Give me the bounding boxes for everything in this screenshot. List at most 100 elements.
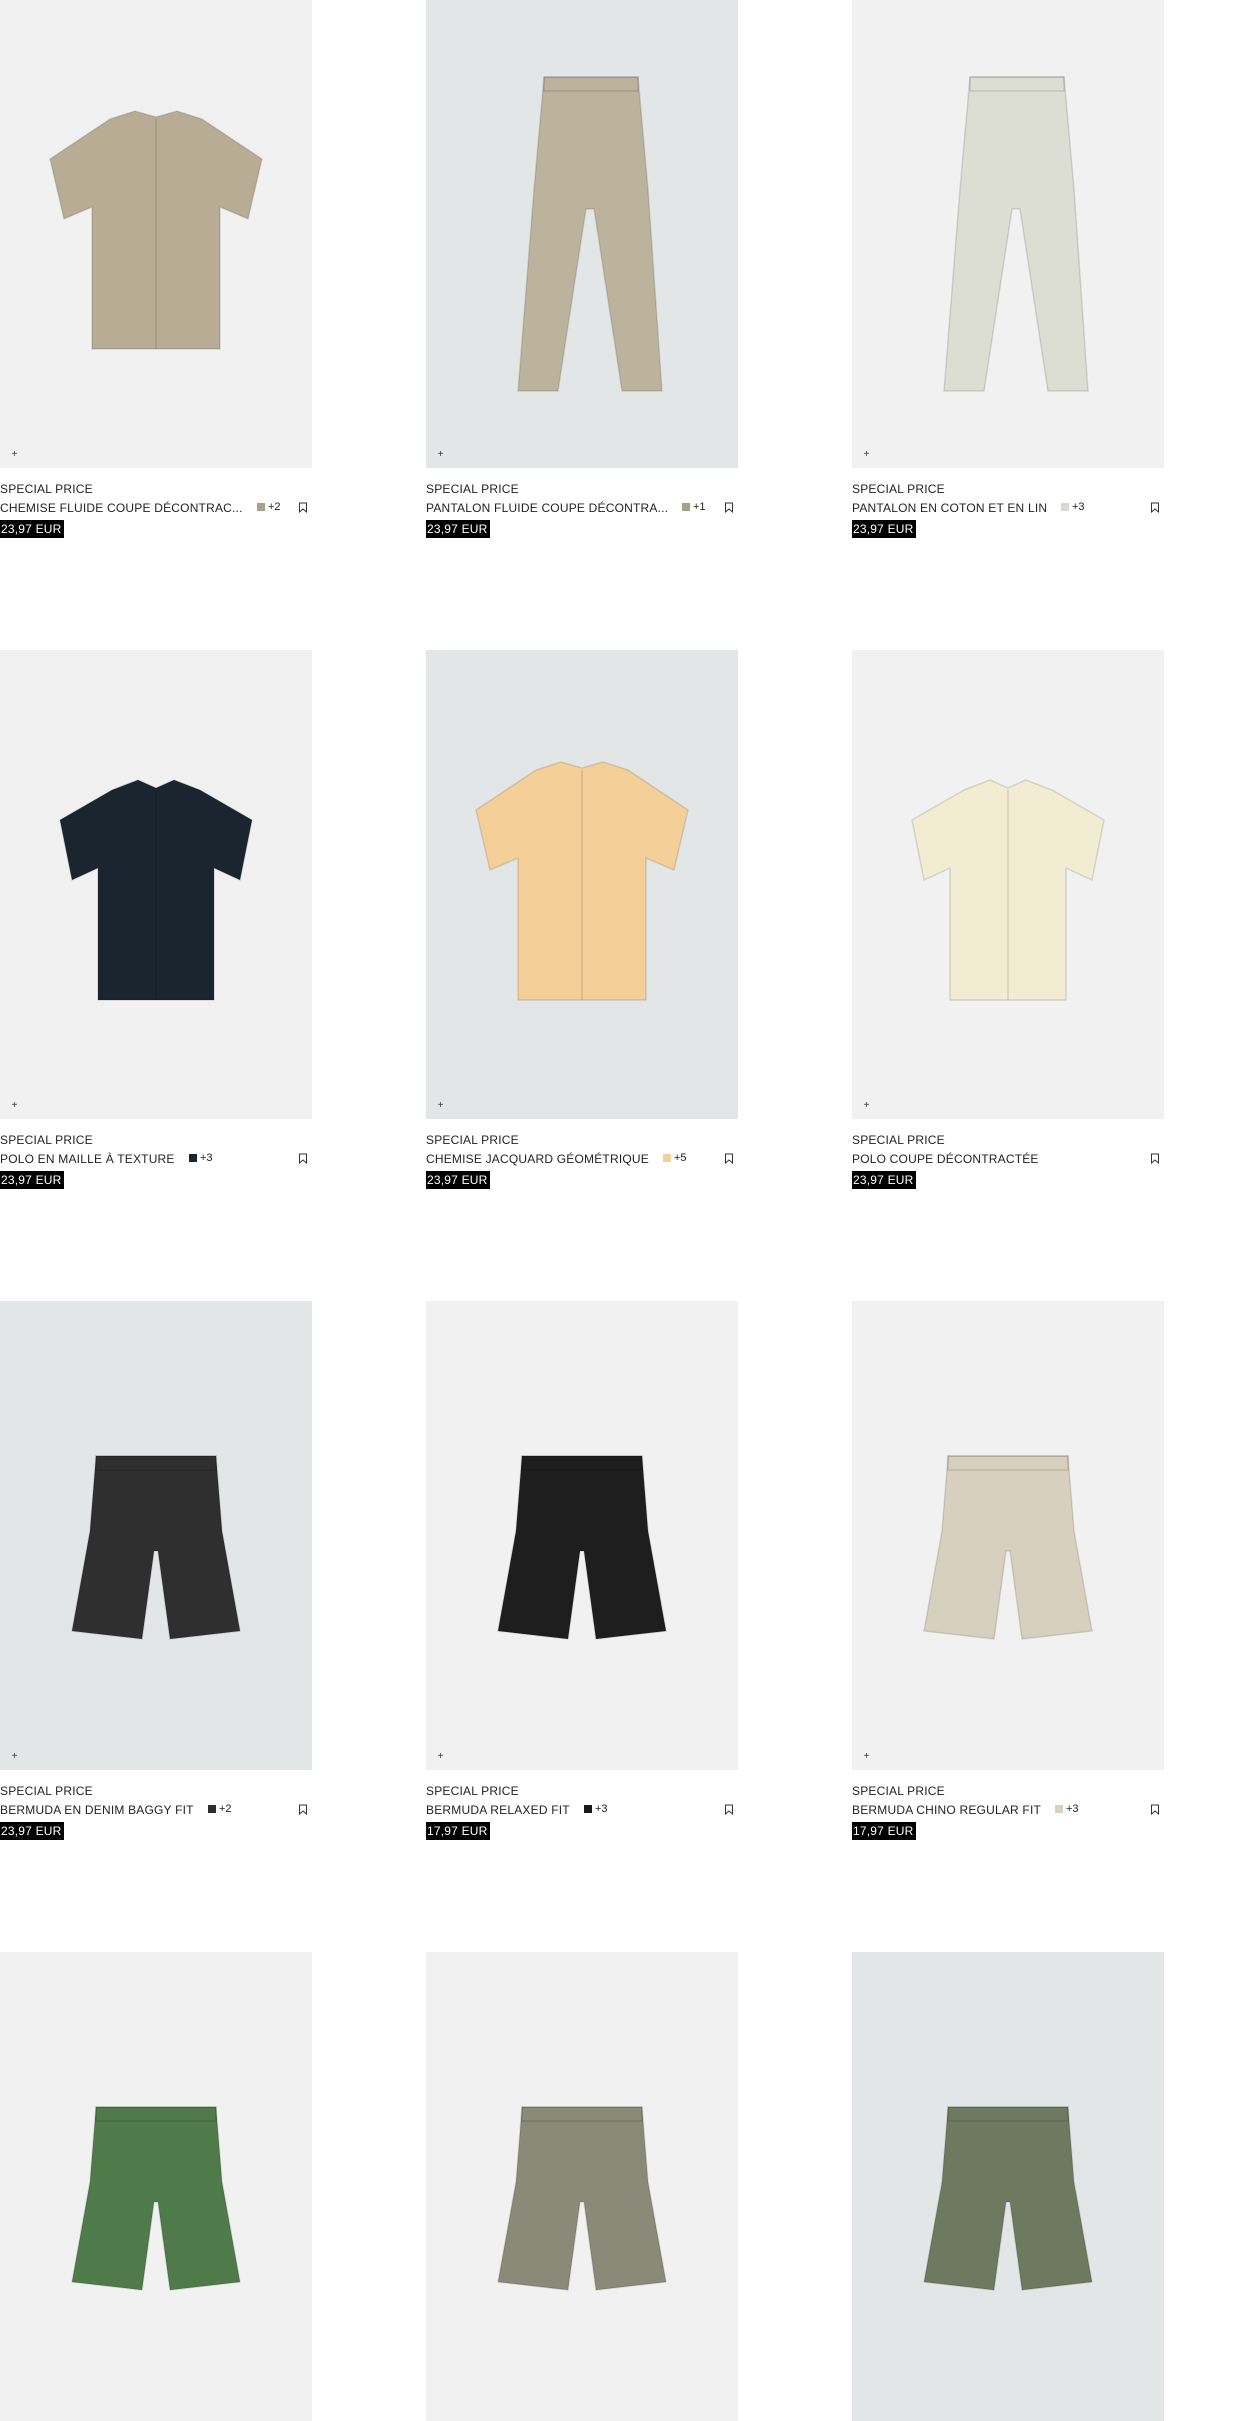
color-swatch[interactable]	[257, 503, 265, 511]
color-swatch[interactable]	[208, 1805, 216, 1813]
product-card[interactable]	[0, 1952, 312, 2421]
product-name[interactable]: BERMUDA CHINO REGULAR FIT	[852, 1803, 1041, 1817]
product-card[interactable]: + SPECIAL PRICE PANTALON EN COTON ET EN LI…	[852, 0, 1164, 538]
product-image-frame[interactable]: +	[0, 1301, 312, 1770]
quick-add-plus-icon[interactable]: +	[436, 1101, 445, 1111]
product-card[interactable]: + SPECIAL PRICE POLO EN MAILLE À TEXTURE +3…	[0, 650, 312, 1189]
product-image-frame[interactable]: +	[0, 650, 312, 1119]
product-info: SPECIAL PRICE BERMUDA RELAXED FIT +3 17,97 …	[426, 1770, 738, 1840]
product-image-frame[interactable]: +	[852, 650, 1164, 1119]
color-swatch[interactable]	[682, 503, 690, 511]
more-colors-count: +5	[674, 1152, 687, 1164]
product-image-frame[interactable]: +	[426, 0, 738, 468]
product-card[interactable]: + SPECIAL PRICE BERMUDA CHINO REGULAR FIT +…	[852, 1301, 1164, 1840]
more-colors-count: +3	[200, 1152, 213, 1164]
product-name[interactable]: BERMUDA EN DENIM BAGGY FIT	[0, 1803, 194, 1817]
product-image	[475, 761, 689, 1001]
product-price: 23,97 EUR	[426, 520, 490, 538]
product-price: 23,97 EUR	[426, 1171, 490, 1189]
color-swatch[interactable]	[189, 1154, 197, 1162]
product-card[interactable]	[852, 1952, 1164, 2421]
color-swatch[interactable]	[584, 1805, 592, 1813]
product-price: 23,97 EUR	[0, 1171, 64, 1189]
product-card[interactable]: + SPECIAL PRICE PANTALON FLUIDE COUPE DÉCO…	[426, 0, 738, 538]
product-price: 23,97 EUR	[0, 1822, 64, 1840]
color-swatches[interactable]: +5	[663, 1152, 687, 1164]
product-name[interactable]: CHEMISE JACQUARD GÉOMÉTRIQUE	[426, 1152, 649, 1166]
bookmark-icon[interactable]	[1150, 502, 1160, 513]
product-image	[923, 1455, 1093, 1640]
product-image-frame[interactable]: +	[852, 0, 1164, 468]
bookmark-icon[interactable]	[724, 502, 734, 513]
quick-add-plus-icon[interactable]: +	[10, 1101, 19, 1111]
more-colors-count: +1	[693, 501, 706, 513]
product-image-frame[interactable]: +	[426, 1301, 738, 1770]
bookmark-icon[interactable]	[724, 1153, 734, 1164]
product-image-frame[interactable]	[852, 1952, 1164, 2421]
product-image-frame[interactable]: +	[852, 1301, 1164, 1770]
quick-add-plus-icon[interactable]: +	[862, 1752, 871, 1762]
special-price-label: SPECIAL PRICE	[852, 1133, 945, 1147]
product-name[interactable]: BERMUDA RELAXED FIT	[426, 1803, 570, 1817]
product-card[interactable]: + SPECIAL PRICE CHEMISE JACQUARD GÉOMÉTRIQ…	[426, 650, 738, 1189]
product-card[interactable]	[426, 1952, 738, 2421]
quick-add-plus-icon[interactable]: +	[10, 1752, 19, 1762]
color-swatches[interactable]: +2	[257, 501, 281, 513]
special-price-label: SPECIAL PRICE	[0, 1133, 93, 1147]
bookmark-icon[interactable]	[1150, 1804, 1160, 1815]
product-image-frame[interactable]	[426, 1952, 738, 2421]
bookmark-icon[interactable]	[298, 1153, 308, 1164]
product-image	[497, 2106, 667, 2291]
product-image-frame[interactable]: +	[426, 650, 738, 1119]
bookmark-icon[interactable]	[298, 502, 308, 513]
product-image	[59, 779, 253, 1001]
color-swatch[interactable]	[663, 1154, 671, 1162]
special-price-label: SPECIAL PRICE	[0, 1784, 93, 1798]
product-info: SPECIAL PRICE CHEMISE JACQUARD GÉOMÉTRIQU…	[426, 1119, 738, 1189]
color-swatches[interactable]: +2	[208, 1803, 232, 1815]
product-price: 17,97 EUR	[426, 1822, 490, 1840]
product-name[interactable]: PANTALON EN COTON ET EN LIN	[852, 501, 1047, 515]
product-info: SPECIAL PRICE POLO COUPE DÉCONTRACTÉE 23,9…	[852, 1119, 1164, 1189]
quick-add-plus-icon[interactable]: +	[436, 450, 445, 460]
product-image	[911, 779, 1105, 1001]
product-name[interactable]: POLO EN MAILLE À TEXTURE	[0, 1152, 175, 1166]
product-card[interactable]: + SPECIAL PRICE POLO COUPE DÉCONTRACTÉE 23,…	[852, 650, 1164, 1189]
product-info: SPECIAL PRICE PANTALON FLUIDE COUPE DÉCON…	[426, 468, 738, 538]
product-info: SPECIAL PRICE BERMUDA CHINO REGULAR FIT +3…	[852, 1770, 1164, 1840]
color-swatch[interactable]	[1061, 503, 1069, 511]
special-price-label: SPECIAL PRICE	[852, 1784, 945, 1798]
product-image	[497, 1455, 667, 1640]
product-name[interactable]: CHEMISE FLUIDE COUPE DÉCONTRAC...	[0, 501, 243, 515]
color-swatch[interactable]	[1055, 1805, 1063, 1813]
bookmark-icon[interactable]	[1150, 1153, 1160, 1164]
color-swatches[interactable]: +3	[1061, 501, 1085, 513]
bookmark-icon[interactable]	[298, 1804, 308, 1815]
color-swatches[interactable]: +3	[1055, 1803, 1079, 1815]
product-name[interactable]: PANTALON FLUIDE COUPE DÉCONTRA...	[426, 501, 668, 515]
quick-add-plus-icon[interactable]: +	[436, 1752, 445, 1762]
product-image	[923, 2106, 1093, 2291]
product-name[interactable]: POLO COUPE DÉCONTRACTÉE	[852, 1152, 1039, 1166]
quick-add-plus-icon[interactable]: +	[862, 450, 871, 460]
more-colors-count: +3	[1066, 1803, 1079, 1815]
color-swatches[interactable]: +1	[682, 501, 706, 513]
product-image-frame[interactable]: +	[0, 0, 312, 468]
quick-add-plus-icon[interactable]: +	[862, 1101, 871, 1111]
product-price: 23,97 EUR	[852, 1171, 916, 1189]
special-price-label: SPECIAL PRICE	[426, 1133, 519, 1147]
color-swatches[interactable]: +3	[189, 1152, 213, 1164]
product-card[interactable]: + SPECIAL PRICE BERMUDA RELAXED FIT +3 17,97…	[426, 1301, 738, 1840]
quick-add-plus-icon[interactable]: +	[10, 450, 19, 460]
product-info: SPECIAL PRICE CHEMISE FLUIDE COUPE DÉCONT…	[0, 468, 312, 538]
special-price-label: SPECIAL PRICE	[426, 1784, 519, 1798]
color-swatches[interactable]: +3	[584, 1803, 608, 1815]
product-card[interactable]: + SPECIAL PRICE CHEMISE FLUIDE COUPE DÉCON…	[0, 0, 312, 538]
product-image	[49, 110, 263, 350]
product-card[interactable]: + SPECIAL PRICE BERMUDA EN DENIM BAGGY FIT…	[0, 1301, 312, 1840]
product-image	[943, 76, 1089, 392]
bookmark-icon[interactable]	[724, 1804, 734, 1815]
more-colors-count: +2	[268, 501, 281, 513]
product-image-frame[interactable]	[0, 1952, 312, 2421]
product-image	[71, 2106, 241, 2291]
